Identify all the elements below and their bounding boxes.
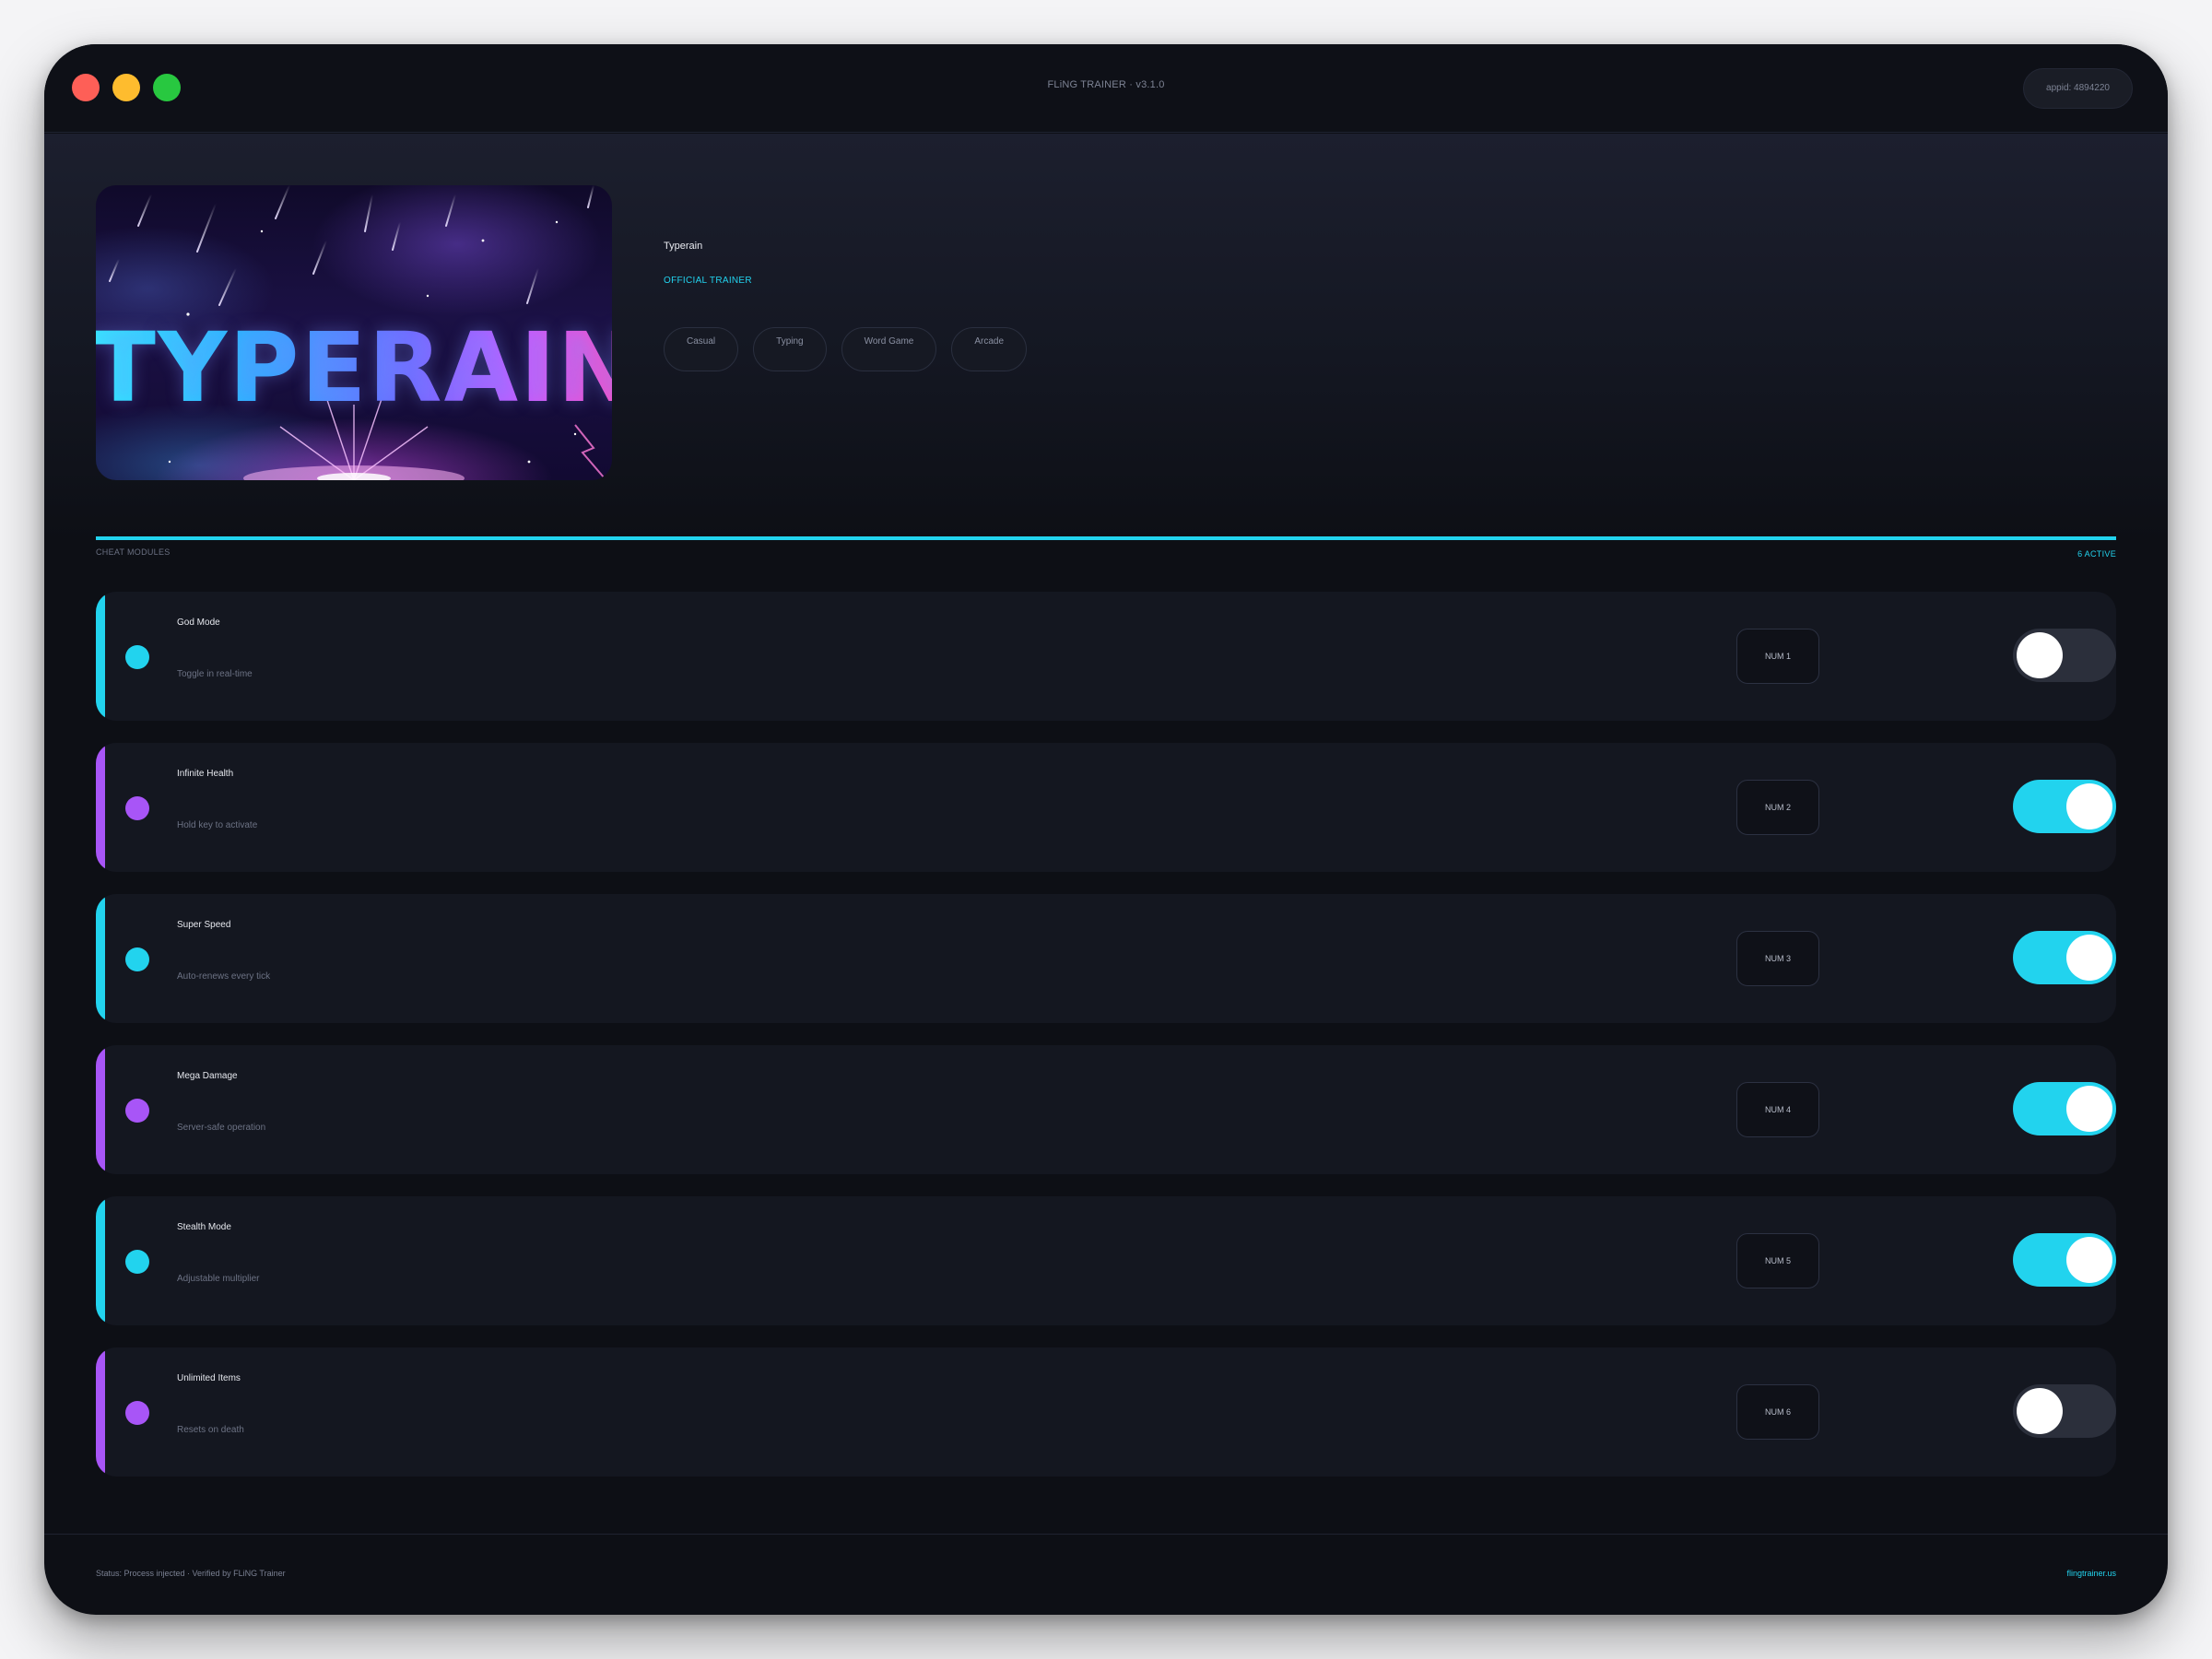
cheat-row[interactable]: God Mode Toggle in real-time NUM 1 — [96, 592, 2116, 721]
cheat-toggle[interactable] — [2013, 931, 2116, 984]
status-dot-icon — [125, 796, 149, 820]
appid-badge: appid: 4894220 — [2023, 68, 2133, 109]
cheat-description: Auto-renews every tick — [177, 971, 271, 982]
status-text: Status: Process injected · Verified by F… — [96, 1569, 286, 1578]
title-bar: FLiNG TRAINER · v3.1.0 appid: 4894220 — [44, 44, 2168, 133]
active-count: 6 ACTIVE — [2077, 549, 2116, 559]
hotkey-button[interactable]: NUM 6 — [1736, 1384, 1819, 1440]
accent-bar — [96, 1196, 105, 1325]
cheat-name: Mega Damage — [177, 1071, 238, 1081]
toggle-knob — [2066, 1237, 2112, 1283]
hotkey-button[interactable]: NUM 2 — [1736, 780, 1819, 835]
accent-bar — [96, 592, 105, 721]
cheat-row[interactable]: Super Speed Auto-renews every tick NUM 3 — [96, 894, 2116, 1023]
toggle-knob — [2017, 1388, 2063, 1434]
cheat-name: God Mode — [177, 618, 220, 628]
cheat-row[interactable]: Stealth Mode Adjustable multiplier NUM 5 — [96, 1196, 2116, 1325]
game-cover-image: TYPERAIN — [96, 185, 612, 480]
cheat-description: Hold key to activate — [177, 820, 258, 830]
status-dot-icon — [125, 1099, 149, 1123]
toggle-knob — [2066, 1086, 2112, 1132]
hotkey-button[interactable]: NUM 5 — [1736, 1233, 1819, 1288]
cheat-row[interactable]: Mega Damage Server-safe operation NUM 4 — [96, 1045, 2116, 1174]
section-divider — [96, 536, 2116, 540]
genre-tags: Casual Typing Word Game Arcade — [664, 327, 1028, 371]
trainer-window: FLiNG TRAINER · v3.1.0 appid: 4894220 TY… — [44, 44, 2168, 1615]
cheat-description: Adjustable multiplier — [177, 1274, 260, 1284]
tag-casual[interactable]: Casual — [664, 327, 739, 371]
cheat-toggle[interactable] — [2013, 1384, 2116, 1438]
toggle-knob — [2017, 632, 2063, 678]
hotkey-button[interactable]: NUM 3 — [1736, 931, 1819, 986]
accent-bar — [96, 894, 105, 1023]
cheat-toggle[interactable] — [2013, 1082, 2116, 1135]
accent-bar — [96, 1347, 105, 1477]
cheat-row[interactable]: Unlimited Items Resets on death NUM 6 — [96, 1347, 2116, 1477]
window-title: FLiNG TRAINER · v3.1.0 — [1047, 79, 1165, 90]
cheat-toggle[interactable] — [2013, 1233, 2116, 1287]
cheat-name: Unlimited Items — [177, 1373, 241, 1383]
accent-bar — [96, 1045, 105, 1174]
hotkey-button[interactable]: NUM 4 — [1736, 1082, 1819, 1137]
status-dot-icon — [125, 947, 149, 971]
game-title: Typerain — [664, 241, 703, 252]
game-header: TYPERAIN Typerain OFFICIAL TRAINER Casua… — [44, 134, 2168, 539]
toggle-knob — [2066, 783, 2112, 830]
cheat-name: Infinite Health — [177, 769, 234, 779]
cheat-description: Resets on death — [177, 1425, 244, 1435]
status-dot-icon — [125, 1401, 149, 1425]
status-dot-icon — [125, 1250, 149, 1274]
hotkey-button[interactable]: NUM 1 — [1736, 629, 1819, 684]
accent-bar — [96, 743, 105, 872]
cheat-row[interactable]: Infinite Health Hold key to activate NUM… — [96, 743, 2116, 872]
cheat-description: Toggle in real-time — [177, 669, 253, 679]
cheat-name: Super Speed — [177, 920, 231, 930]
cheat-name: Stealth Mode — [177, 1222, 231, 1232]
cheat-description: Server-safe operation — [177, 1123, 266, 1133]
official-trainer-badge: OFFICIAL TRAINER — [664, 276, 752, 286]
tag-word-game[interactable]: Word Game — [841, 327, 937, 371]
cover-logo-text: TYPERAIN — [96, 320, 612, 416]
tag-typing[interactable]: Typing — [753, 327, 827, 371]
tag-arcade[interactable]: Arcade — [951, 327, 1028, 371]
cheat-toggle[interactable] — [2013, 780, 2116, 833]
section-label: CHEAT MODULES — [96, 547, 171, 557]
footer-divider — [44, 1534, 2168, 1535]
status-dot-icon — [125, 645, 149, 669]
cheat-toggle[interactable] — [2013, 629, 2116, 682]
website-link[interactable]: flingtrainer.us — [2066, 1569, 2116, 1578]
toggle-knob — [2066, 935, 2112, 981]
